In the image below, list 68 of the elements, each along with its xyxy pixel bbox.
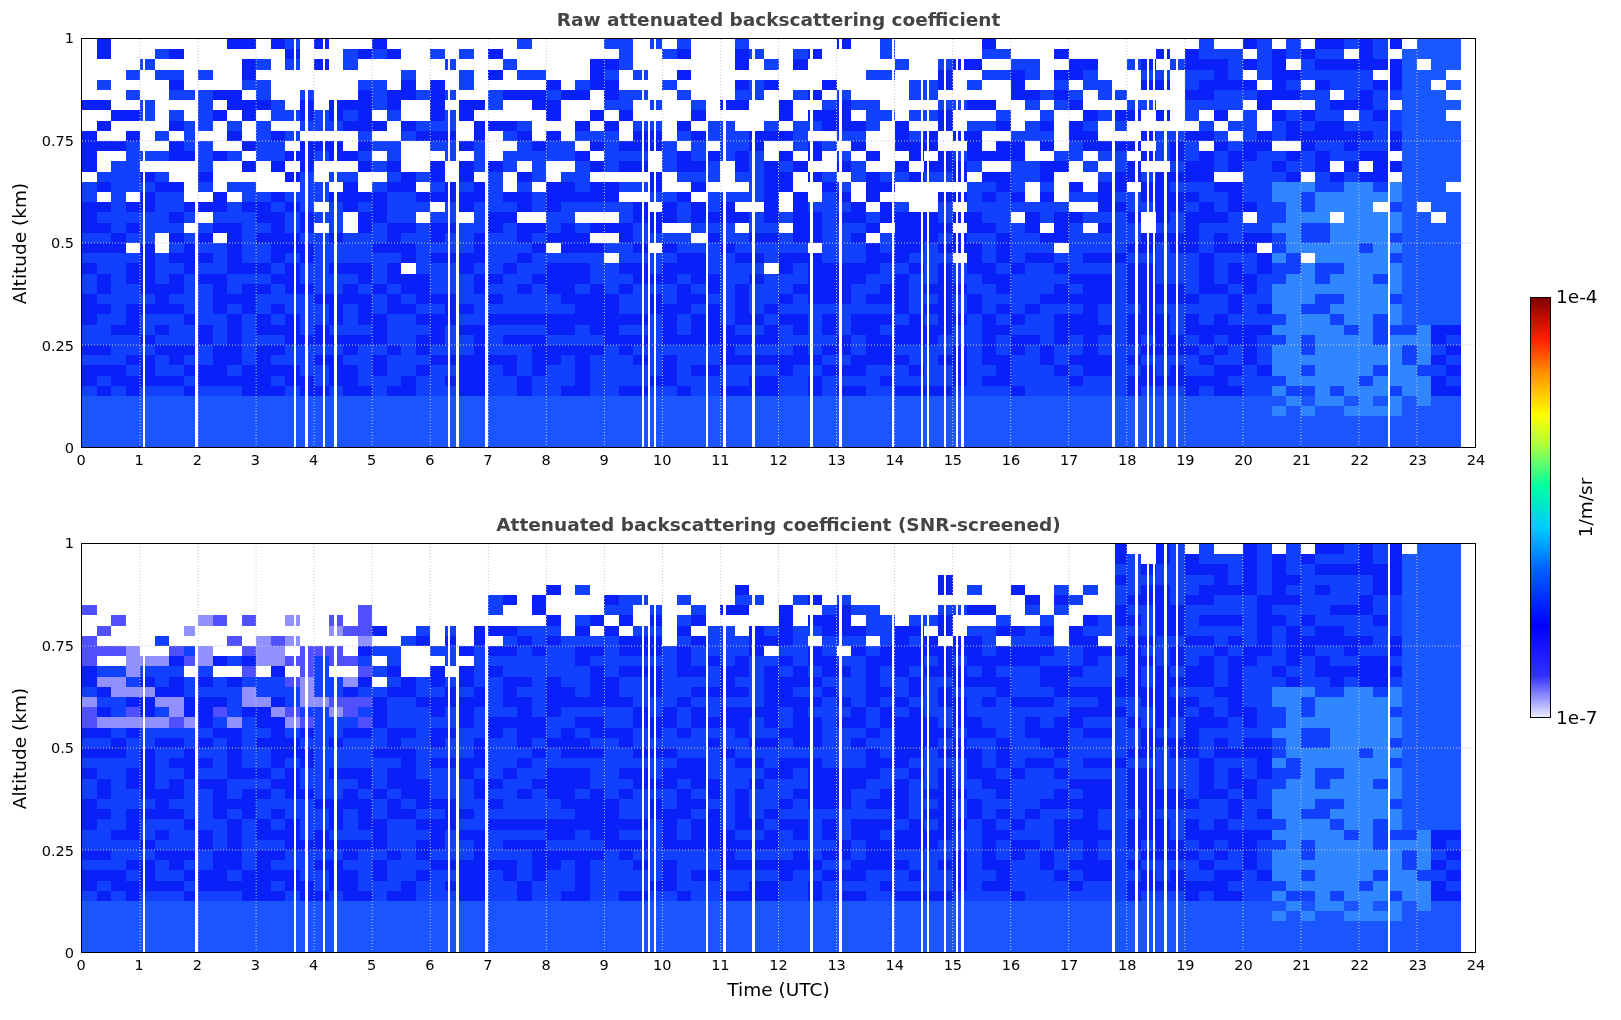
tick-label: 5: [367, 958, 377, 973]
tick-label: 12: [769, 958, 788, 973]
tick-label: 9: [599, 958, 609, 973]
tick-label: 1: [64, 535, 74, 551]
tick-label: 7: [483, 958, 493, 973]
tick-label: 16: [1001, 958, 1021, 973]
tick-label: 3: [250, 958, 260, 973]
tick-label: 6: [425, 453, 435, 468]
tick-label: 22: [1350, 453, 1369, 468]
tick-label: 21: [1292, 958, 1311, 973]
tick-label: 1e-7: [1556, 708, 1599, 728]
tick-label: 8: [541, 958, 551, 973]
tick-label: 1: [134, 958, 144, 973]
tick-label: 13: [827, 958, 846, 973]
tick-label: 9: [599, 453, 609, 468]
tick-label: 4: [308, 958, 319, 973]
tick-label: 21: [1292, 453, 1311, 468]
tick-label: 23: [1408, 958, 1428, 973]
tick-label: 0.75: [41, 133, 74, 148]
tick-label: 2: [192, 453, 202, 468]
tick-label: 0.25: [41, 338, 74, 353]
tick-label: 18: [1118, 958, 1137, 973]
axis-label: 1/m/sr: [1575, 477, 1597, 538]
tick-label: 1e-4: [1556, 287, 1599, 307]
tick-label: 2: [192, 958, 202, 973]
tick-label: 7: [483, 453, 493, 468]
tick-label: 13: [827, 453, 846, 468]
tick-label: 22: [1350, 958, 1369, 973]
tick-label: 0: [76, 958, 86, 973]
tick-label: 5: [367, 453, 377, 468]
tick-label: 24: [1466, 453, 1486, 468]
tick-label: 14: [885, 453, 904, 468]
tick-label: 3: [250, 453, 260, 468]
tick-label: 17: [1059, 453, 1079, 468]
tick-label: 17: [1059, 958, 1079, 973]
tick-label: 0.25: [41, 843, 74, 858]
chart-title: Attenuated backscattering coefficient (SNR-screened): [496, 513, 1061, 535]
tick-label: 10: [653, 958, 672, 973]
tick-label: 24: [1466, 958, 1486, 973]
tick-label: 12: [769, 453, 788, 468]
tick-label: 23: [1408, 453, 1428, 468]
tick-label: 18: [1118, 453, 1137, 468]
tick-label: 0.5: [50, 235, 74, 251]
tick-label: 0.5: [50, 740, 74, 756]
tick-label: 8: [541, 453, 551, 468]
tick-label: 4: [308, 453, 319, 468]
axis-label: Time (UTC): [727, 978, 830, 1002]
tick-label: 0: [76, 453, 86, 468]
tick-label: 19: [1176, 453, 1195, 468]
tick-label: 1: [64, 30, 74, 46]
tick-label: 0.75: [41, 638, 74, 653]
tick-label: 0: [64, 440, 74, 456]
chart-title: Raw attenuated backscattering coefficient: [556, 8, 1001, 30]
tick-label: 10: [653, 453, 672, 468]
tick-label: 0: [64, 945, 74, 961]
tick-label: 19: [1176, 958, 1195, 973]
tick-label: 14: [885, 958, 904, 973]
tick-label: 15: [943, 453, 963, 468]
axis-label: Altitude (km): [9, 182, 31, 304]
tick-label: 11: [711, 958, 730, 973]
tick-label: 6: [425, 958, 435, 973]
tick-label: 11: [711, 453, 730, 468]
tick-label: 16: [1001, 453, 1021, 468]
tick-label: 1: [134, 453, 144, 468]
axis-label: Altitude (km): [9, 687, 31, 809]
tick-label: 20: [1234, 958, 1253, 973]
tick-label: 20: [1234, 453, 1253, 468]
tick-label: 15: [943, 958, 963, 973]
